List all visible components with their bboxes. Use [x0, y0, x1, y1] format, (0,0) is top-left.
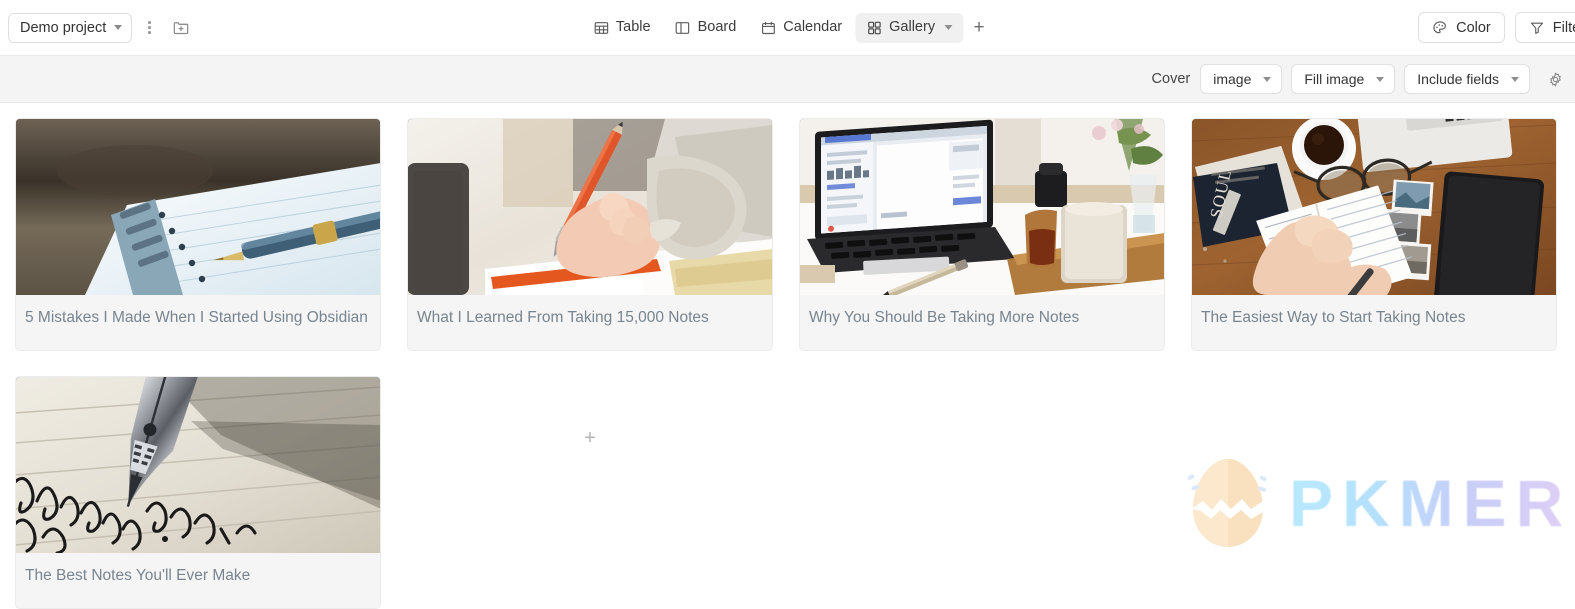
add-view-label: +	[973, 16, 985, 38]
gallery-card[interactable]: Why You Should Be Taking More Notes	[799, 118, 1165, 351]
tab-table[interactable]: Table	[582, 13, 662, 43]
filter-button[interactable]: Filter	[1514, 12, 1575, 43]
tab-gallery[interactable]: Gallery	[855, 12, 964, 43]
cover-source-select[interactable]: image	[1200, 64, 1283, 94]
new-folder-button[interactable]	[166, 13, 196, 43]
dots-vertical-icon	[147, 21, 151, 34]
cover-label: Cover	[1151, 71, 1191, 87]
gallery-card[interactable]: SOUL The Easiest Way to Start Taking Not…	[1191, 118, 1557, 351]
card-title: The Best Notes You'll Ever Make	[16, 553, 380, 602]
card-cover-image	[800, 119, 1164, 295]
gallery-grid: 5 Mistakes I Made When I Started Using O…	[0, 103, 1575, 609]
project-selector-button[interactable]: Demo project	[8, 12, 133, 43]
view-tabs: Table Board Calendar Gallery +	[582, 12, 993, 43]
funnel-icon	[1530, 22, 1543, 34]
add-card-label: +	[584, 427, 596, 449]
add-view-button[interactable]: +	[965, 14, 993, 42]
palette-icon	[1433, 20, 1446, 33]
add-card-button[interactable]: +	[582, 428, 598, 448]
chevron-down-icon	[1511, 76, 1519, 82]
top-header: Demo project Table Board Calendar Galler…	[0, 0, 1575, 56]
tab-gallery-label: Gallery	[889, 19, 936, 36]
include-fields-value: Include fields	[1417, 71, 1499, 87]
card-cover-image: MAN	[16, 377, 380, 553]
card-cover-image	[408, 119, 772, 295]
project-name-label: Demo project	[20, 19, 107, 36]
chevron-down-icon	[114, 25, 123, 30]
calendar-icon	[761, 21, 775, 34]
cover-source-value: image	[1213, 71, 1252, 87]
folder-plus-icon	[173, 21, 189, 34]
chevron-down-icon	[1263, 76, 1272, 82]
cover-fit-select[interactable]: Fill image	[1291, 64, 1396, 94]
view-settings-button[interactable]	[1541, 65, 1569, 93]
table-icon	[594, 21, 608, 34]
color-button[interactable]: Color	[1418, 12, 1505, 43]
tab-board-label: Board	[697, 19, 737, 36]
card-cover-image: SOUL	[1192, 119, 1556, 295]
header-right-group: Color Filter	[1418, 12, 1575, 43]
gallery-options-toolbar: Cover image Fill image Include fields	[0, 56, 1575, 103]
gear-icon	[1549, 71, 1561, 87]
board-icon	[675, 21, 690, 34]
overhead-desk-coffee-journal-image: SOUL	[1192, 119, 1556, 295]
card-title: What I Learned From Taking 15,000 Notes	[408, 295, 772, 344]
cracked-egg-icon	[1187, 459, 1267, 547]
card-title: Why You Should Be Taking More Notes	[800, 295, 1164, 344]
gallery-grid-icon	[867, 21, 881, 34]
cover-fit-value: Fill image	[1304, 71, 1365, 87]
include-fields-select[interactable]: Include fields	[1404, 64, 1530, 94]
notebook-fountain-pen-wood-image	[16, 119, 380, 295]
gallery-card[interactable]: What I Learned From Taking 15,000 Notes	[407, 118, 773, 351]
gallery-card[interactable]: MAN	[15, 376, 381, 609]
laptop-desk-mug-flowers-image	[800, 119, 1164, 295]
chevron-down-icon	[1376, 76, 1385, 82]
card-cover-image	[16, 119, 380, 295]
tab-board[interactable]: Board	[664, 13, 748, 43]
chevron-down-icon	[944, 25, 953, 30]
color-button-label: Color	[1456, 19, 1491, 36]
hand-writing-red-pencil-image	[408, 119, 772, 295]
pkmer-watermark-text: PKMER	[1289, 466, 1573, 540]
card-title: The Easiest Way to Start Taking Notes	[1192, 295, 1556, 344]
tab-calendar-label: Calendar	[783, 19, 843, 36]
gallery-card[interactable]: 5 Mistakes I Made When I Started Using O…	[15, 118, 381, 351]
fountain-pen-nib-cursive-image: MAN	[16, 377, 380, 553]
card-title: 5 Mistakes I Made When I Started Using O…	[16, 295, 380, 344]
filter-button-label: Filter	[1552, 19, 1575, 36]
more-options-button[interactable]	[134, 13, 164, 43]
tab-table-label: Table	[615, 19, 651, 36]
header-left-group: Demo project	[8, 12, 196, 43]
pkmer-watermark: PKMER	[1185, 455, 1572, 551]
tab-calendar[interactable]: Calendar	[749, 13, 853, 43]
